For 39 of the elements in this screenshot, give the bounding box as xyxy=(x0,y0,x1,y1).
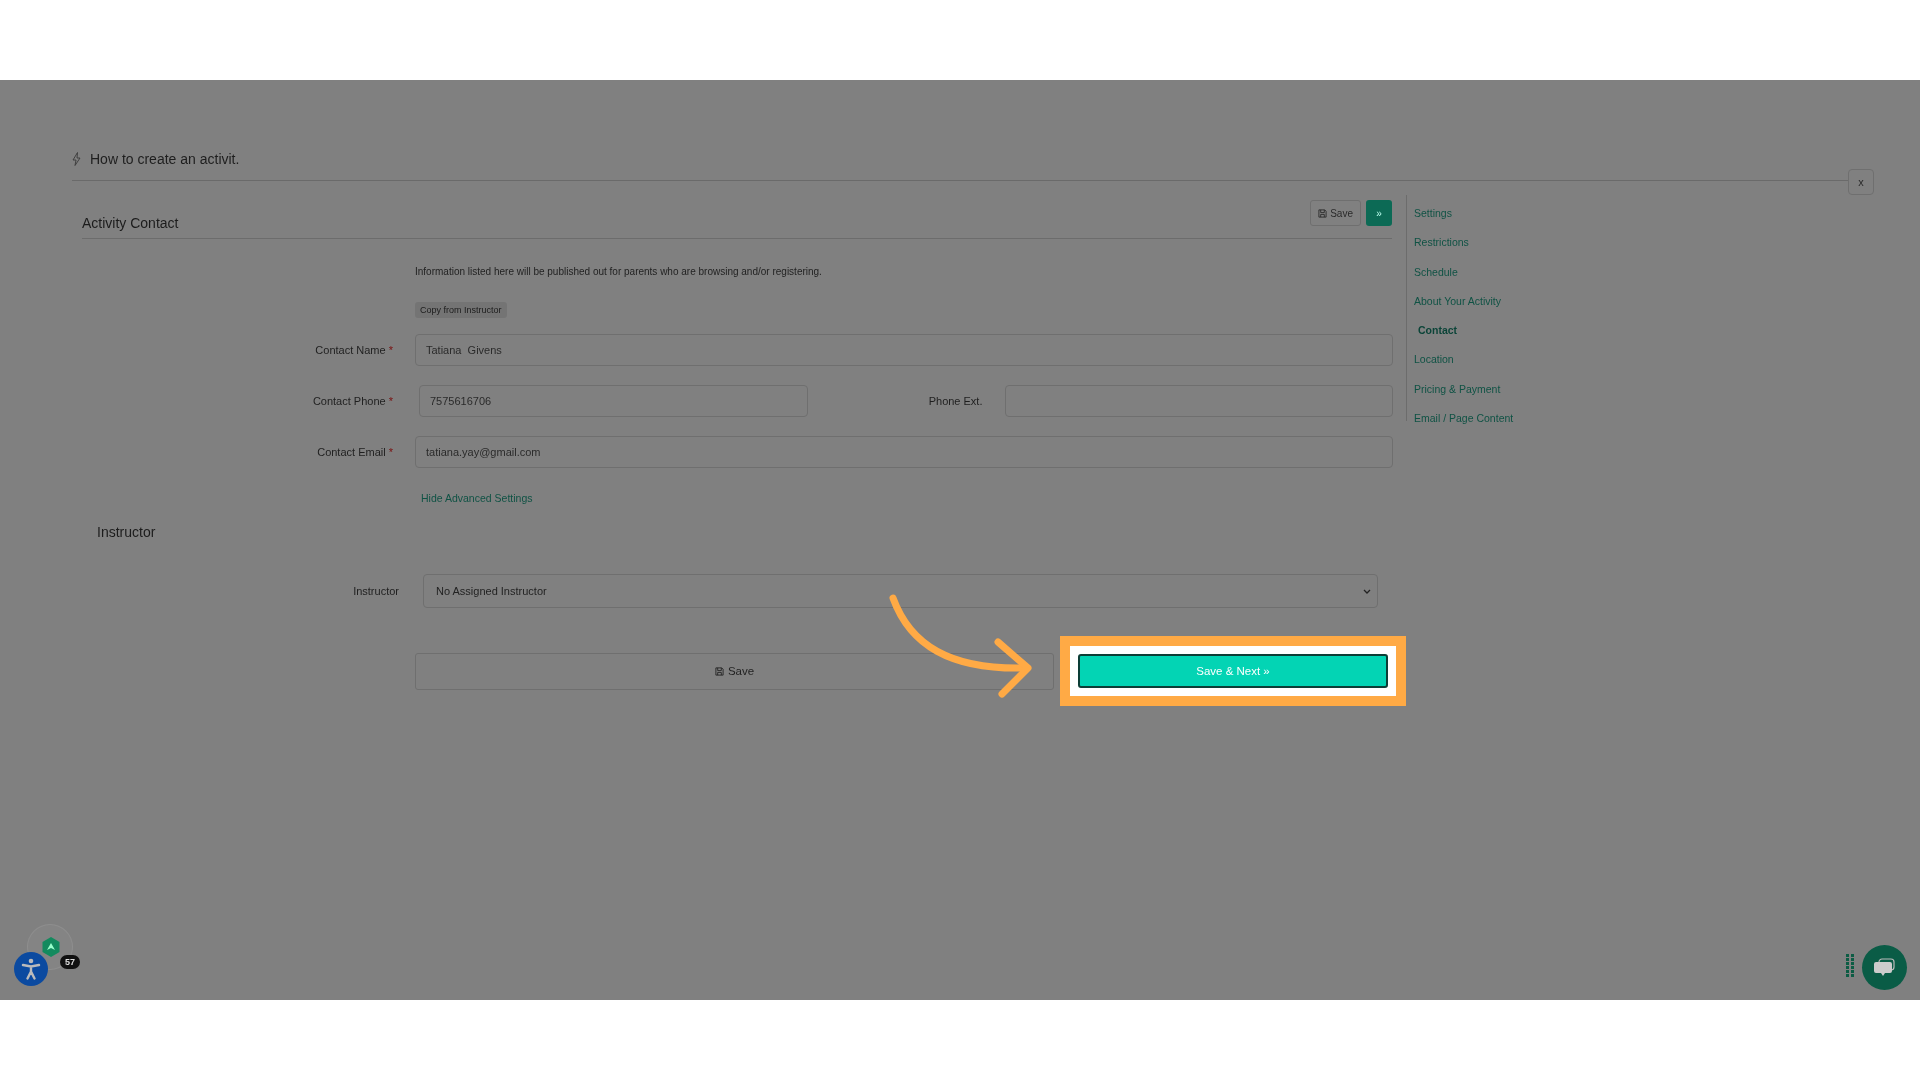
input-field[interactable]: 7575616706 xyxy=(419,385,808,417)
field-label: Phone Ext. xyxy=(927,395,984,407)
field-label: Instructor xyxy=(352,585,400,597)
sidebar-link[interactable]: Location xyxy=(1414,345,1454,375)
grid-dots-icon[interactable] xyxy=(1846,954,1855,977)
save-button[interactable]: Save xyxy=(1310,200,1361,226)
sidebar-link[interactable]: Email / Page Content xyxy=(1414,404,1514,434)
chat-button[interactable] xyxy=(1862,945,1907,990)
chat-icon xyxy=(1873,957,1896,978)
save-icon xyxy=(1318,208,1328,218)
input-field[interactable]: tatiana.yay@gmail.com xyxy=(415,436,1393,468)
accessibility-button[interactable] xyxy=(14,952,48,986)
lightning-icon xyxy=(72,152,81,166)
next-button[interactable]: » xyxy=(1366,200,1392,226)
field-label: Contact Email * xyxy=(316,446,394,458)
sidebar-link[interactable]: Schedule xyxy=(1414,257,1458,287)
chevron-icon xyxy=(1363,588,1371,594)
field-label: Contact Phone * xyxy=(311,395,394,407)
sidebar-link[interactable]: Restrictions xyxy=(1414,228,1469,258)
save-icon xyxy=(714,666,724,676)
input-field[interactable]: Tatiana Givens xyxy=(415,334,1393,366)
save-button[interactable]: Save xyxy=(415,652,1054,690)
field-label: Contact Name * xyxy=(314,344,394,356)
hexagon-icon xyxy=(42,937,60,957)
copy-button[interactable]: Copy from Instructor xyxy=(415,302,507,318)
section-title: Activity Contact xyxy=(82,215,179,231)
save-next-button[interactable]: Save & Next » xyxy=(1078,654,1388,688)
sidebar-link[interactable]: Settings xyxy=(1414,199,1452,229)
sidebar-link[interactable]: Contact xyxy=(1414,316,1458,346)
accessibility-icon xyxy=(21,958,41,980)
sidebar-link[interactable]: Pricing & Payment xyxy=(1414,374,1501,405)
info-text: Information listed here will be published out for parents who are browsing and/or registering. xyxy=(415,266,823,277)
page-title: How to create an activit. xyxy=(90,151,240,167)
sidebar-link[interactable]: About Your Activity xyxy=(1414,286,1501,317)
close-button[interactable]: x xyxy=(1848,169,1874,195)
advanced-settings-link[interactable]: Hide Advanced Settings xyxy=(421,492,533,504)
count-badge: 57 xyxy=(60,955,80,969)
instructor-select[interactable]: No Assigned Instructor xyxy=(423,574,1378,608)
section-title: Instructor xyxy=(97,524,157,540)
